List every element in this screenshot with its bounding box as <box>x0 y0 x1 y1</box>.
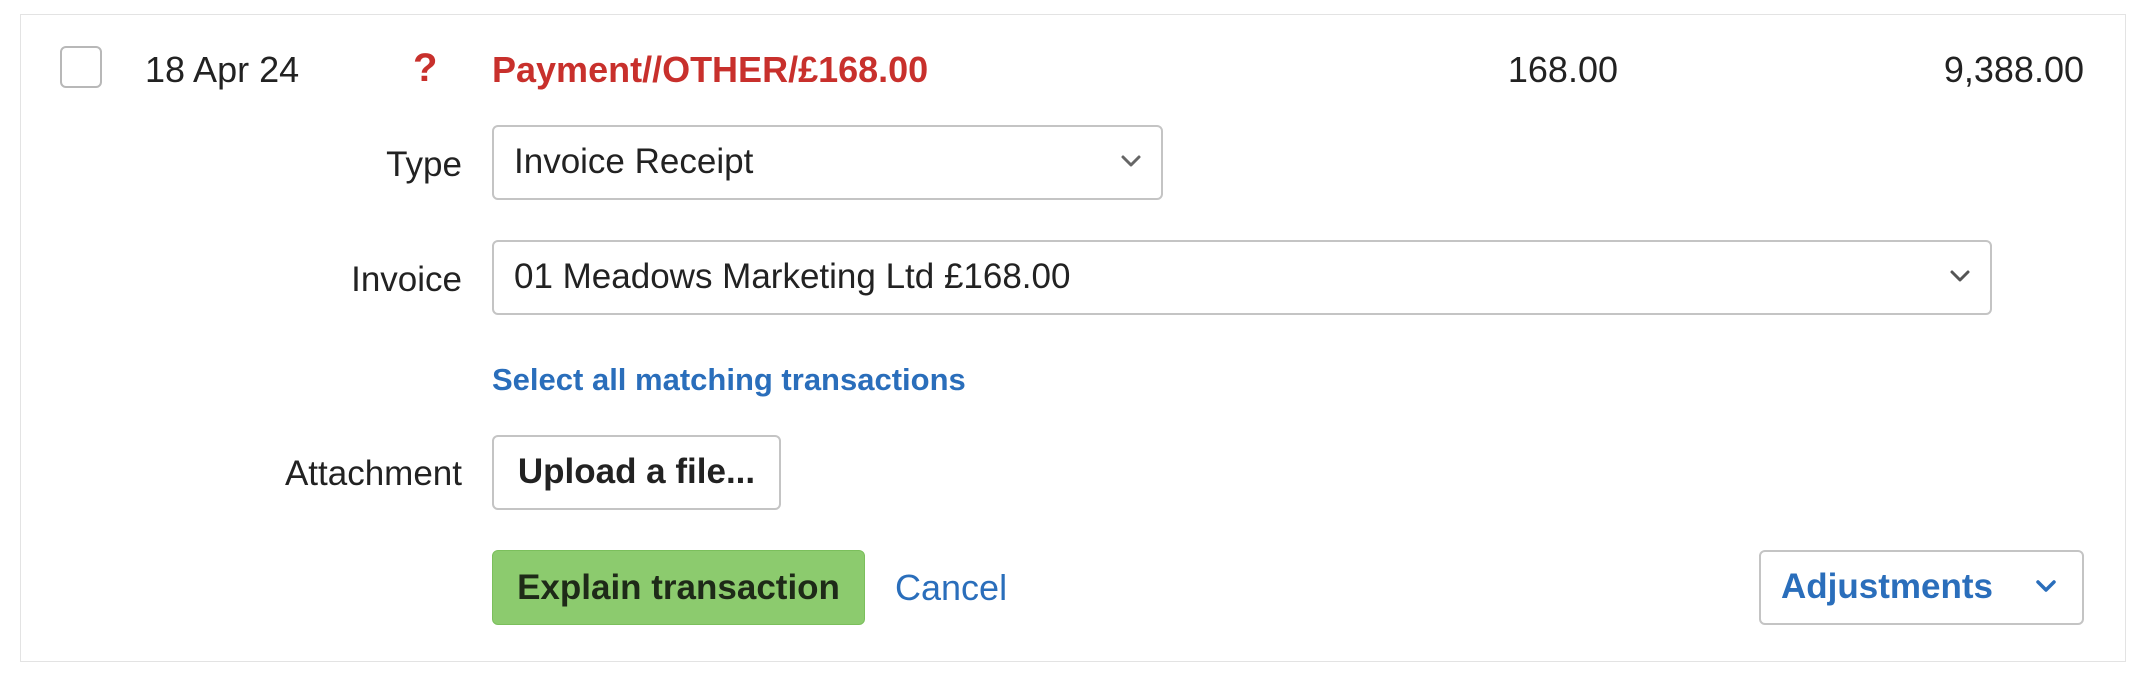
invoice-label: Invoice <box>351 260 462 299</box>
select-all-matching-link[interactable]: Select all matching transactions <box>492 360 966 400</box>
type-select-value: Invoice Receipt <box>514 142 754 181</box>
upload-file-button[interactable]: Upload a file... <box>492 435 781 510</box>
cancel-link[interactable]: Cancel <box>895 565 1007 611</box>
invoice-select[interactable]: 01 Meadows Marketing Ltd £168.00 <box>492 240 1992 315</box>
adjustments-label: Adjustments <box>1781 567 1993 606</box>
transaction-amount: 168.00 <box>1507 49 1618 90</box>
attachment-label: Attachment <box>284 454 462 493</box>
chevron-down-icon <box>1950 270 1970 281</box>
question-mark-icon: ? <box>413 46 438 90</box>
invoice-select-value: 01 Meadows Marketing Ltd £168.00 <box>514 257 1071 296</box>
chevron-down-icon <box>2036 579 2056 592</box>
adjustments-button[interactable]: Adjustments <box>1759 550 2084 625</box>
type-label: Type <box>386 145 462 184</box>
transaction-balance: 9,388.00 <box>1943 49 2084 90</box>
type-select[interactable]: Invoice Receipt <box>492 125 1163 200</box>
transaction-date: 18 Apr 24 <box>145 49 300 90</box>
chevron-down-icon <box>1121 155 1141 166</box>
transaction-description: Payment//OTHER/£168.00 <box>492 49 929 90</box>
transaction-checkbox[interactable] <box>60 46 102 88</box>
explain-transaction-button[interactable]: Explain transaction <box>492 550 865 625</box>
